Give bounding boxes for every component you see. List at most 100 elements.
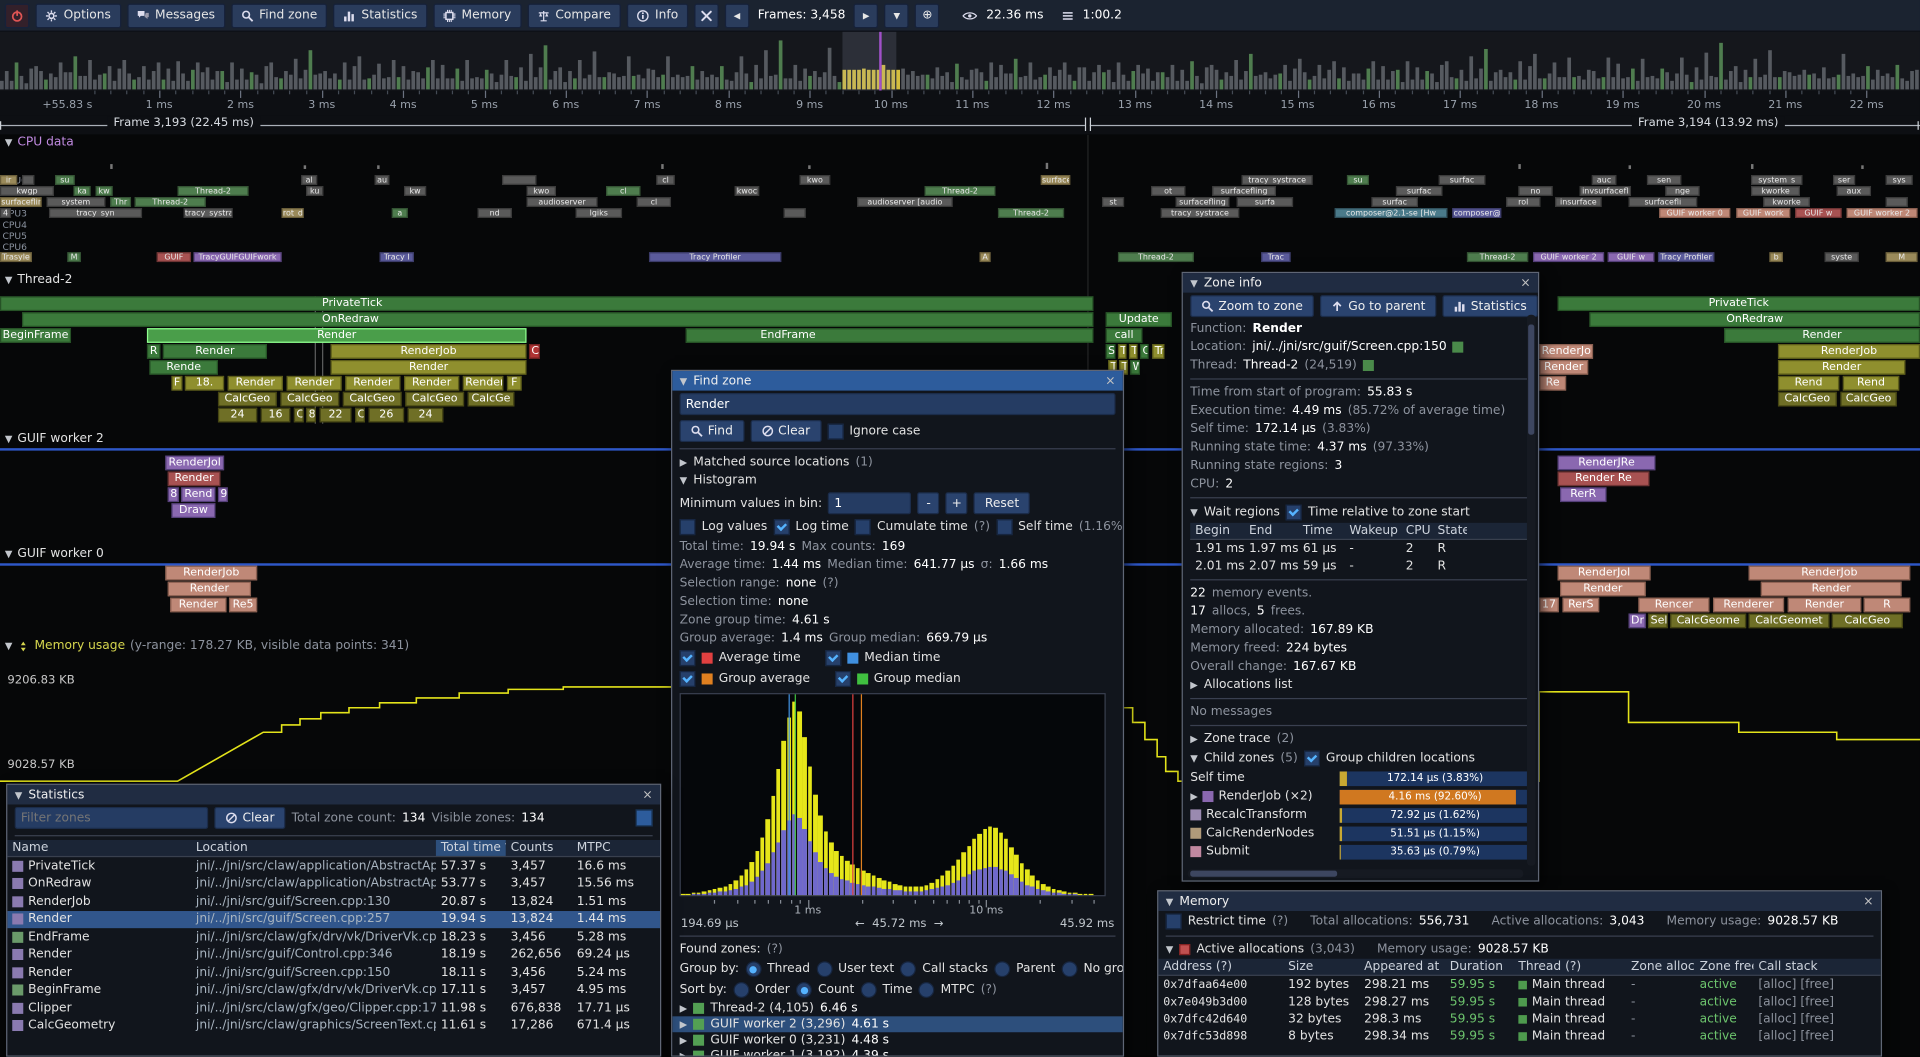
cpu-zone[interactable]: ser [1833, 175, 1855, 185]
zone[interactable]: 24 [218, 408, 257, 423]
cpu-zone[interactable]: lgiks [576, 208, 623, 218]
zone[interactable]: Render [147, 328, 527, 343]
statistics-button[interactable]: Statistics [1443, 295, 1538, 317]
cpu-zone[interactable]: M [67, 252, 80, 262]
found-zone-group[interactable]: ▶GUIF worker 0 (3,231)4.48 s [672, 1032, 1123, 1048]
cpu-zone[interactable]: ka [73, 186, 90, 196]
zone[interactable]: BeginFrame [0, 328, 71, 343]
zone[interactable]: Rend [181, 487, 215, 502]
zone[interactable]: Render Re [1558, 471, 1650, 486]
info-button[interactable]: Info [627, 3, 688, 27]
min-bin-increase-button[interactable]: + [946, 492, 968, 514]
close-icon[interactable]: × [1520, 276, 1530, 289]
zone[interactable]: T [1118, 344, 1127, 359]
cpu-zone[interactable]: ir [0, 175, 17, 185]
zone[interactable]: Render [287, 376, 342, 391]
zone[interactable]: OnRedraw [1589, 312, 1920, 327]
column-header-appearedat[interactable]: Appeared at [1359, 959, 1445, 975]
cpu-zone[interactable]: Trac [1261, 252, 1290, 262]
thread-section-header[interactable]: ▼GUIF worker 2 [0, 431, 104, 447]
scrollbar-thumb[interactable] [1528, 324, 1534, 434]
zone-trace-treenode[interactable]: ▶Zone trace(2) [1183, 730, 1538, 748]
horizontal-scrollbar[interactable] [1188, 869, 1524, 878]
cpu-zone[interactable]: TracyGUIFGUIFwork [193, 252, 281, 262]
zone[interactable]: CalcGe [468, 392, 515, 407]
child-zone-row[interactable]: Self time172.14 µs (3.83%) [1183, 769, 1538, 787]
column-header-zonealloc[interactable]: Zone alloc [1626, 959, 1695, 975]
clear-button[interactable]: Clear [750, 420, 821, 442]
zone[interactable]: T [1129, 344, 1138, 359]
zone[interactable]: OnRedraw [22, 312, 1093, 327]
help-icon[interactable]: (?) [1272, 915, 1288, 928]
min-bin-input[interactable] [828, 492, 911, 514]
cpu-zone[interactable]: sen [1647, 175, 1681, 185]
group-by-radio-thread[interactable] [745, 961, 761, 977]
log-time-checkbox[interactable] [773, 519, 789, 535]
cpu-zone[interactable]: surface [1041, 175, 1070, 185]
address-cell[interactable]: 0x7dfc53d898 [1158, 1028, 1283, 1044]
allocation-row[interactable]: 0x7e049b3d00128 bytes298.27 ms59.95 sMai… [1158, 993, 1880, 1010]
column-header-thread[interactable]: Thread (?) [1513, 959, 1626, 975]
cpu-zone[interactable]: Thread-2 [1118, 252, 1194, 262]
zone[interactable]: CalcGeo [1832, 613, 1903, 628]
wait-header-cell[interactable]: Time [1298, 523, 1345, 539]
cpu-data-section-header[interactable]: ▼CPU data [0, 135, 74, 151]
child-zone-row[interactable]: RecalcTransform72.92 µs (1.62%) [1183, 806, 1538, 824]
cpu-zone[interactable]: nge [1665, 186, 1699, 196]
cpu-zone[interactable]: Thread-2 [178, 186, 249, 196]
cpu-zone[interactable]: rot_d [282, 208, 304, 218]
free-stack-link[interactable]: [free] [1796, 1029, 1834, 1042]
wait-table-row[interactable]: 2.01 ms2.07 ms59 µs-2R [1190, 558, 1530, 576]
statistics-row[interactable]: CalcGeometryjni/../jni/src/claw/graphics… [7, 1017, 660, 1035]
zone[interactable]: Draw [171, 503, 215, 518]
zone[interactable]: CalcGeo [218, 392, 277, 407]
median-time-checkbox[interactable] [825, 650, 841, 666]
zone[interactable]: Renderer [1713, 598, 1784, 613]
zoom-to-zone-button[interactable]: Zoom to zone [1190, 295, 1314, 317]
cpu-zone[interactable]: cl [637, 197, 671, 207]
found-zone-group[interactable]: ▶Thread-2 (4,105)6.46 s [672, 1000, 1123, 1016]
zone[interactable]: Render [1560, 582, 1646, 597]
zone[interactable]: EndFrame [686, 328, 1094, 343]
zone[interactable]: CalcGeo [405, 392, 464, 407]
statistics-row[interactable]: PrivateTickjni/../jni/src/claw/applicati… [7, 857, 660, 875]
cpu-zone[interactable]: audioserver [audio [857, 197, 953, 207]
zone[interactable]: CalcGeo [280, 392, 339, 407]
found-zone-group[interactable]: ▶GUIF worker 1 (3,192)4.39 s [672, 1048, 1123, 1055]
filter-zones-input[interactable] [15, 807, 208, 829]
compare-button[interactable]: Compare [527, 3, 621, 27]
cpu-zone[interactable]: invsurfacefl [1580, 186, 1631, 196]
column-header-name[interactable]: Name [7, 840, 191, 856]
group-by-radio-user-text[interactable] [816, 961, 832, 977]
zone[interactable]: Render [228, 376, 283, 391]
cpu-zone[interactable]: Tracy I [380, 252, 414, 262]
cpu-zone[interactable]: al [301, 175, 317, 185]
cpu-zone[interactable]: surfa [1237, 197, 1293, 207]
zone[interactable]: Update [1106, 312, 1172, 327]
cpu-zone[interactable]: a [392, 208, 408, 218]
help-icon[interactable]: (?) [981, 983, 997, 996]
zone[interactable]: C [529, 344, 540, 359]
group-median-checkbox[interactable] [835, 671, 851, 687]
alloc-stack-link[interactable]: [alloc] [1758, 978, 1796, 991]
search-input[interactable] [680, 393, 1116, 415]
cpu-zone[interactable]: Thread-2 [135, 197, 206, 207]
cpu-zone[interactable]: au [375, 175, 390, 185]
wait-header-cell[interactable]: CPU [1401, 523, 1433, 539]
cpu-zone[interactable]: GUIF worker 2 [1847, 208, 1918, 218]
zone[interactable]: Rende [149, 360, 218, 375]
cpu-zone[interactable]: ku [306, 186, 323, 196]
zone[interactable]: 16 [261, 408, 290, 423]
prev-frame-button[interactable]: ◀ [725, 3, 749, 27]
cpu-zone[interactable]: tracy_systrace [1161, 208, 1239, 218]
zone[interactable]: 18. [185, 376, 224, 391]
cpu-zone[interactable]: syste [1824, 252, 1858, 262]
zone[interactable]: CalcGeo [1778, 392, 1837, 407]
histogram-treenode[interactable]: ▼ Histogram [672, 471, 1123, 489]
cpu-zone[interactable]: Thr [110, 197, 131, 207]
cpu-zone[interactable]: tracy_syn [49, 208, 142, 218]
column-header-zonefree[interactable]: Zone free [1695, 959, 1754, 975]
address-cell[interactable]: 0x7dfc42d640 [1158, 1011, 1283, 1027]
thread-section-header[interactable]: ▼GUIF worker 0 [0, 546, 104, 562]
zone[interactable]: Render [463, 376, 503, 391]
